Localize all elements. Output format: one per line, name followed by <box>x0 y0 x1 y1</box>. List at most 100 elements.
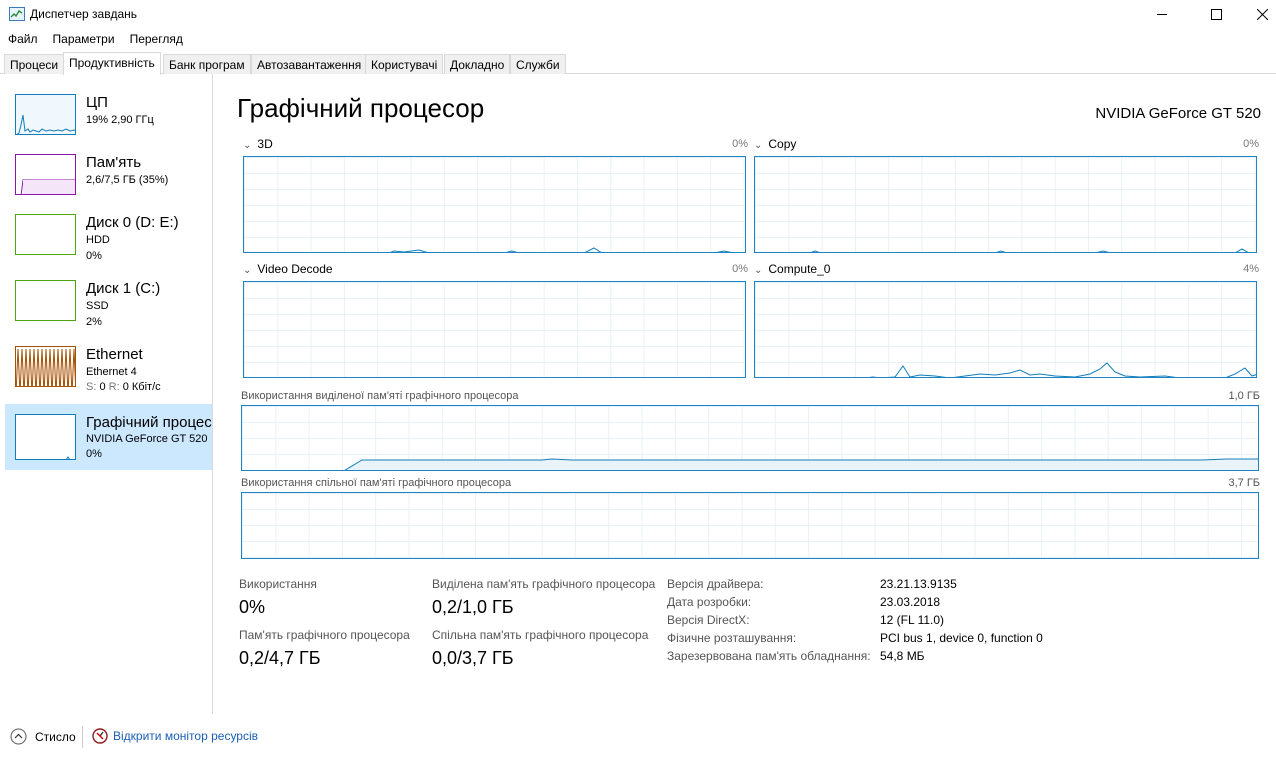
sidebar-item-ethernet[interactable]: Ethernet Ethernet 4 S: 0 R: 0 Кбіт/с <box>5 340 212 406</box>
open-resource-monitor-link[interactable]: Відкрити монітор ресурсів <box>92 728 258 744</box>
sidebar-disk1-title: Диск 1 (C:) <box>86 280 161 297</box>
graph-video-decode-percent: 0% <box>732 263 748 275</box>
driver-date-value: 23.03.2018 <box>880 595 941 609</box>
sidebar-item-disk1[interactable]: Диск 1 (C:) SSD 2% <box>5 274 212 340</box>
task-manager-icon <box>9 7 25 21</box>
sidebar-item-disk0[interactable]: Диск 0 (D: E:) HDD 0% <box>5 208 212 274</box>
physical-location-value: PCI bus 1, device 0, function 0 <box>880 631 1043 645</box>
sidebar-memory-title: Пам'ять <box>86 154 142 171</box>
graph-shared-memory <box>241 492 1259 559</box>
disk0-thumbnail-graph <box>15 214 76 255</box>
divider <box>82 726 83 748</box>
sidebar-item-gpu[interactable]: Графічний процесор NVIDIA GeForce GT 520… <box>5 404 212 470</box>
close-icon <box>1256 8 1268 20</box>
memory-thumbnail-graph <box>15 154 76 195</box>
bottom-bar: Стисло Відкрити монітор ресурсів <box>0 722 1276 752</box>
menu-file[interactable]: Файл <box>0 30 45 48</box>
physical-location-label: Фізичне розташування: <box>667 631 797 645</box>
directx-version-value: 12 (FL 11.0) <box>880 613 945 627</box>
maximize-button[interactable] <box>1193 0 1239 28</box>
sidebar-cpu-usage: 19% 2,90 ГГц <box>86 114 154 126</box>
tab-services[interactable]: Служби <box>510 54 566 74</box>
tab-performance[interactable]: Продуктивність <box>63 52 161 75</box>
graph-copy-percent: 0% <box>1243 138 1259 150</box>
resource-monitor-icon <box>92 728 108 744</box>
ethernet-thumbnail-graph <box>15 346 76 387</box>
gpu-model-name: NVIDIA GeForce GT 520 <box>1095 105 1261 122</box>
dedicated-memory-max: 1,0 ГБ <box>1228 390 1260 402</box>
chevron-down-icon: ⌄ <box>243 265 252 276</box>
chevron-down-icon: ⌄ <box>754 265 763 276</box>
driver-version-value: 23.21.13.9135 <box>880 577 957 591</box>
driver-date-label: Дата розробки: <box>667 595 752 609</box>
hardware-reserved-memory-value: 54,8 МБ <box>880 649 925 663</box>
sidebar-gpu-usage: 0% <box>86 448 102 460</box>
maximize-icon <box>1210 8 1222 20</box>
sidebar-disk1-usage: 2% <box>86 316 102 328</box>
minimize-icon <box>1156 13 1167 15</box>
tab-app-history[interactable]: Банк програм <box>163 54 251 74</box>
open-resource-monitor-label: Відкрити монітор ресурсів <box>113 729 259 743</box>
menu-options[interactable]: Параметри <box>45 30 122 48</box>
performance-sidebar: ЦП 19% 2,90 ГГц Пам'ять 2,6/7,5 ГБ (35%)… <box>0 74 213 714</box>
title-bar: Диспетчер завдань <box>0 0 1276 28</box>
fewer-details-label: Стисло <box>35 729 76 744</box>
tab-details[interactable]: Докладно <box>444 54 511 74</box>
sidebar-disk0-title: Диск 0 (D: E:) <box>86 214 179 231</box>
sidebar-ethernet-throughput: S: 0 R: 0 Кбіт/с <box>86 381 161 393</box>
graph-video-decode <box>243 281 746 378</box>
hardware-reserved-memory-label: Зарезервована пам'ять обладнання: <box>667 649 871 663</box>
graph-dedicated-memory <box>241 405 1259 471</box>
sidebar-item-memory[interactable]: Пам'ять 2,6/7,5 ГБ (35%) <box>5 148 212 214</box>
driver-version-label: Версія драйвера: <box>667 577 764 591</box>
sidebar-item-cpu[interactable]: ЦП 19% 2,90 ГГц <box>5 88 212 154</box>
fewer-details-button[interactable]: Стисло <box>10 728 76 745</box>
menu-view[interactable]: Перегляд <box>122 30 190 48</box>
gpu-thumbnail-graph <box>15 414 76 460</box>
disk1-thumbnail-graph <box>15 280 76 321</box>
chevron-down-icon: ⌄ <box>243 140 252 151</box>
dedicated-memory-stat-value: 0,2/1,0 ГБ <box>432 597 514 617</box>
graph-copy <box>754 156 1257 253</box>
shared-memory-max: 3,7 ГБ <box>1228 477 1260 489</box>
sidebar-cpu-title: ЦП <box>86 94 108 111</box>
graph-compute <box>754 281 1257 378</box>
dedicated-memory-stat-label: Виділена пам'ять графічного процесора <box>432 577 656 591</box>
sidebar-disk0-usage: 0% <box>86 250 102 262</box>
sidebar-ethernet-title: Ethernet <box>86 346 143 363</box>
minimize-button[interactable] <box>1139 0 1185 28</box>
window-title: Диспетчер завдань <box>30 7 138 21</box>
sidebar-disk1-type: SSD <box>86 300 109 312</box>
close-button[interactable] <box>1239 0 1276 28</box>
graph-3d <box>243 156 746 253</box>
shared-memory-stat-label: Спільна пам'ять графічного процесора <box>432 628 649 642</box>
gpu-memory-stat-value: 0,2/4,7 ГБ <box>239 648 321 668</box>
usage-label: Використання <box>239 577 317 591</box>
graph-video-decode-label[interactable]: ⌄ Video Decode <box>243 262 333 276</box>
tab-processes[interactable]: Процеси <box>4 54 65 74</box>
shared-memory-label: Використання спільної пам'яті графічного… <box>241 477 512 489</box>
graph-3d-percent: 0% <box>732 138 748 150</box>
chevron-up-circle-icon <box>10 728 27 745</box>
directx-version-label: Версія DirectX: <box>667 613 750 627</box>
dedicated-memory-label: Використання виділеної пам'яті графічног… <box>241 390 519 402</box>
chevron-down-icon: ⌄ <box>754 140 763 151</box>
sidebar-ethernet-adapter: Ethernet 4 <box>86 366 137 378</box>
cpu-thumbnail-graph <box>15 94 76 135</box>
graph-compute-label[interactable]: ⌄ Compute_0 <box>754 262 830 276</box>
tab-strip: Процеси Продуктивність Банк програм Авто… <box>0 52 1276 75</box>
graph-copy-label[interactable]: ⌄ Copy <box>754 137 796 151</box>
tab-startup[interactable]: Автозавантаження <box>251 54 368 74</box>
sidebar-disk0-type: HDD <box>86 234 110 246</box>
shared-memory-stat-value: 0,0/3,7 ГБ <box>432 648 514 668</box>
tab-users[interactable]: Користувачі <box>365 54 444 74</box>
graph-compute-percent: 4% <box>1243 263 1259 275</box>
page-title: Графічний процесор <box>237 93 485 123</box>
menu-bar: Файл Параметри Перегляд <box>0 30 190 48</box>
sidebar-gpu-name: NVIDIA GeForce GT 520 <box>86 433 208 445</box>
gpu-memory-stat-label: Пам'ять графічного процесора <box>239 628 410 642</box>
graph-3d-label[interactable]: ⌄ 3D <box>243 137 273 151</box>
sidebar-gpu-title: Графічний процесор <box>86 414 212 431</box>
sidebar-memory-usage: 2,6/7,5 ГБ (35%) <box>86 174 169 186</box>
usage-value: 0% <box>239 597 266 617</box>
